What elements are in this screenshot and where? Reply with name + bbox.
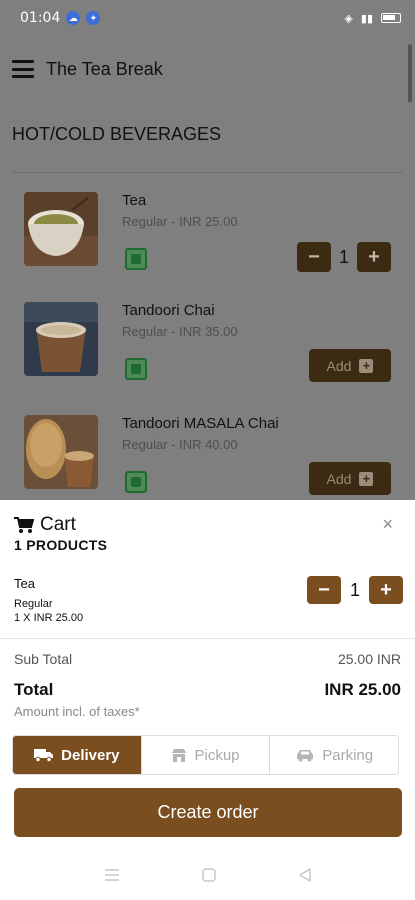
cloud-icon: ☁ xyxy=(66,11,81,25)
cart-header: Cart xyxy=(14,514,76,536)
cart-title: Cart xyxy=(40,514,76,535)
item-price: Regular - INR 40.00 xyxy=(122,437,238,452)
status-icons: ◈ ▮▮ xyxy=(344,12,401,25)
battery-icon xyxy=(381,13,401,23)
tab-label: Parking xyxy=(322,746,374,764)
add-label: Add xyxy=(326,470,352,487)
plus-icon: + xyxy=(359,471,374,486)
veg-icon xyxy=(125,358,147,380)
cart-product-count: 1 PRODUCTS xyxy=(14,537,108,553)
add-button[interactable]: Add + xyxy=(309,349,391,382)
cart-line-name: Tea xyxy=(14,576,35,591)
recents-icon[interactable] xyxy=(104,868,120,882)
list-item: Tandoori MASALA Chai Regular - INR 40.00… xyxy=(12,405,403,500)
tab-label: Delivery xyxy=(61,746,120,764)
category-title: HOT/COLD BEVERAGES xyxy=(12,124,222,144)
list-item: Tea Regular - INR 25.00 − 1 + xyxy=(12,182,403,294)
item-name: Tandoori MASALA Chai xyxy=(122,415,279,432)
tab-label: Pickup xyxy=(194,746,240,764)
close-icon[interactable]: × xyxy=(382,514,393,535)
cart-line-variant: Regular xyxy=(14,598,53,610)
wifi-icon: ◈ xyxy=(344,11,353,25)
status-bar: 01:04 ☁ ✦ ◈ ▮▮ xyxy=(0,0,415,36)
app-title: The Tea Break xyxy=(46,58,163,79)
tax-note: Amount incl. of taxes* xyxy=(14,704,140,719)
home-icon[interactable] xyxy=(201,868,216,882)
item-name: Tandoori Chai xyxy=(122,302,215,319)
decrement-button[interactable]: − xyxy=(296,242,331,272)
subtotal-value: 25.00 INR xyxy=(337,651,401,667)
cart-quantity-stepper: − 1 + xyxy=(306,576,403,604)
veg-icon xyxy=(125,248,147,270)
cart-line-qty-price: 1 X INR 25.00 xyxy=(14,612,84,624)
list-item: Tandoori Chai Regular - INR 35.00 Add + xyxy=(12,292,403,404)
veg-icon xyxy=(125,471,147,493)
system-nav-bar xyxy=(0,860,415,890)
divider xyxy=(0,638,415,639)
menu-icon[interactable] xyxy=(12,60,34,78)
tab-pickup[interactable]: Pickup xyxy=(141,736,271,774)
status-time: 01:04 xyxy=(20,10,61,26)
total-label: Total xyxy=(14,680,54,699)
tab-delivery[interactable]: Delivery xyxy=(13,736,142,774)
app-bar: The Tea Break xyxy=(0,36,415,102)
shopping-cart-icon xyxy=(14,517,35,533)
item-image-tandoori-chai xyxy=(24,302,98,376)
item-quantity: 1 xyxy=(338,246,349,267)
increment-button[interactable]: + xyxy=(369,576,403,604)
item-price: Regular - INR 25.00 xyxy=(122,214,238,229)
menu-list: HOT/COLD BEVERAGES Tea Regular - INR 25.… xyxy=(0,102,415,500)
add-button[interactable]: Add + xyxy=(309,462,391,495)
add-label: Add xyxy=(326,357,352,374)
create-order-button[interactable]: Create order xyxy=(14,788,402,837)
order-type-tabs: Delivery Pickup Parking xyxy=(12,735,399,775)
scrollbar[interactable] xyxy=(408,44,412,104)
truck-icon xyxy=(34,749,54,762)
plus-icon: + xyxy=(359,358,374,373)
subtotal-label: Sub Total xyxy=(14,651,73,667)
cart-sheet: Cart 1 PRODUCTS × Tea Regular 1 X INR 25… xyxy=(0,500,415,900)
item-quantity-stepper: − 1 + xyxy=(296,242,391,272)
back-icon[interactable] xyxy=(298,868,312,882)
tab-parking[interactable]: Parking xyxy=(270,736,398,774)
item-name: Tea xyxy=(122,192,147,209)
decrement-button[interactable]: − xyxy=(306,576,341,604)
cart-line-quantity: 1 xyxy=(349,579,360,600)
car-icon xyxy=(297,750,314,762)
increment-button[interactable]: + xyxy=(357,242,391,272)
signal-icon: ▮▮ xyxy=(360,11,373,25)
category-divider xyxy=(12,172,403,173)
item-price: Regular - INR 35.00 xyxy=(122,324,238,339)
store-icon xyxy=(172,748,187,762)
item-image-tea xyxy=(24,192,98,266)
notification-icon: ✦ xyxy=(86,11,101,25)
total-value: INR 25.00 xyxy=(324,680,401,699)
item-image-tandoori-masala-chai xyxy=(24,415,98,489)
